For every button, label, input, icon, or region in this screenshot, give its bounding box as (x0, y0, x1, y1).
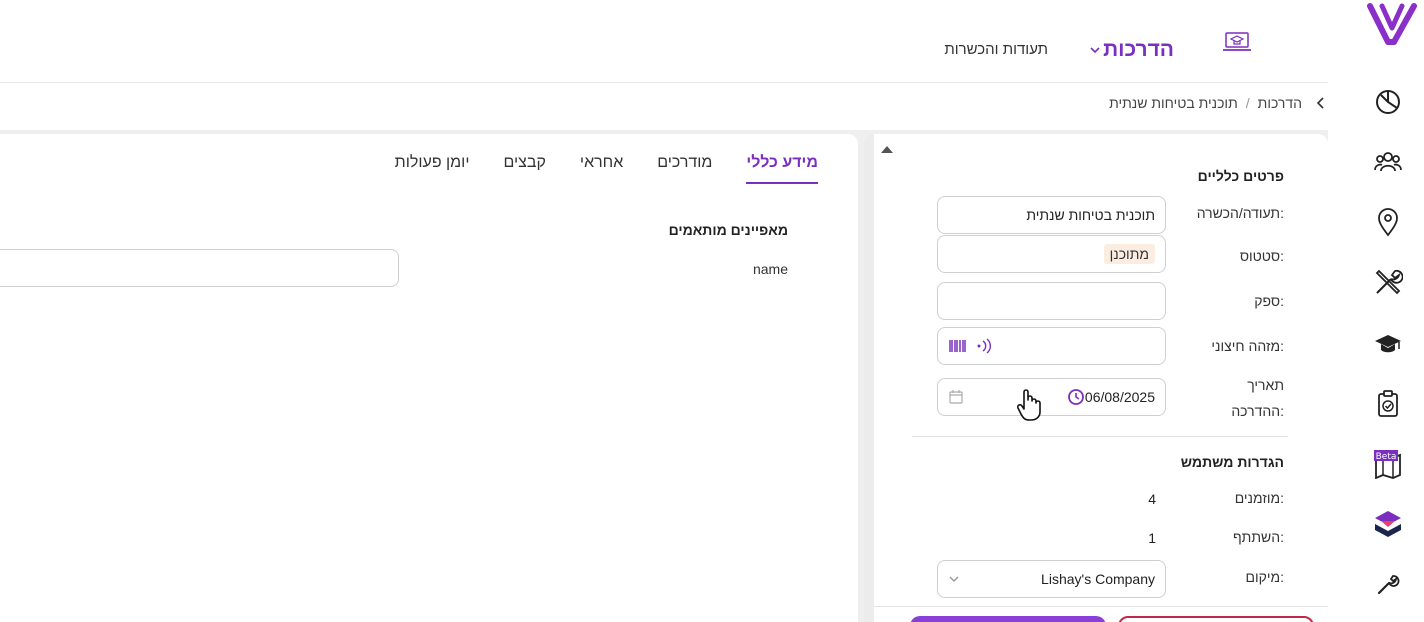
tab-files[interactable]: קבצים (503, 154, 545, 184)
graduation-cap-icon (1375, 335, 1401, 353)
status-label: סטטוס: (1239, 248, 1284, 264)
delete-button[interactable] (1118, 616, 1314, 622)
participated-value: 1 (1148, 530, 1156, 546)
location-label: מיקום: (1245, 569, 1284, 585)
supplier-label: ספק: (1254, 293, 1284, 309)
status-value: מתוכנן (1103, 244, 1155, 264)
tab-bar: מידע כללי מודרכים אחראי קבצים יומן פעולו… (395, 154, 818, 184)
clipboard-check-icon (1378, 390, 1398, 417)
external-id-field[interactable] (937, 327, 1166, 365)
save-button[interactable] (910, 616, 1106, 622)
date-label-line1: תאריך (1247, 377, 1284, 393)
barcode-icon[interactable] (948, 337, 968, 355)
location-value: Lishay's Company (1041, 571, 1155, 587)
invited-label: מוזמנים: (1234, 490, 1284, 506)
rail-item-integrations[interactable] (1372, 508, 1404, 540)
general-details-title: פרטים כלליים (1197, 168, 1284, 184)
wrench-icon (1377, 575, 1400, 595)
location-select[interactable]: Lishay's Company (937, 560, 1166, 598)
rail-item-settings[interactable] (1372, 568, 1404, 600)
participated-label: השתתף: (1232, 529, 1284, 545)
custom-fields-title: מאפיינים מותאמים (668, 222, 788, 238)
header-divider (0, 82, 1328, 83)
rail-item-tasks[interactable] (1372, 388, 1404, 420)
layers-logo-icon (1375, 511, 1401, 537)
tab-trainees[interactable]: מודרכים (657, 154, 712, 184)
chevron-down-icon (1090, 47, 1100, 54)
date-label: תאריך ההדרכה: (1231, 372, 1284, 424)
tab-general-info[interactable]: מידע כללי (746, 154, 818, 184)
app-logo-icon[interactable] (1366, 2, 1418, 46)
calendar-icon[interactable] (948, 389, 964, 405)
beta-badge: Beta (1376, 452, 1397, 462)
breadcrumb-current: תוכנית בטיחות שנתית (1109, 95, 1238, 111)
main-panel: מידע כללי מודרכים אחראי קבצים יומן פעולו… (0, 134, 858, 622)
location-icon (1378, 208, 1398, 237)
nav-trainings-dropdown[interactable]: הדרכות (1089, 38, 1174, 62)
clock-icon[interactable] (1067, 388, 1085, 406)
rail-item-users[interactable] (1372, 146, 1404, 178)
breadcrumb-separator: / (1245, 95, 1250, 111)
users-icon (1374, 152, 1402, 172)
nav-certifications[interactable]: תעודות והכשרות (944, 41, 1048, 58)
cert-value: תוכנית בטיחות שנתית (1026, 207, 1155, 223)
collapse-up-icon[interactable] (880, 144, 894, 154)
tools-icon (1375, 269, 1403, 295)
cert-field[interactable]: תוכנית בטיחות שנתית (937, 196, 1166, 234)
custom-name-input[interactable] (0, 249, 399, 287)
rail-item-locations[interactable] (1372, 206, 1404, 238)
breadcrumb: הדרכות / תוכנית בטיחות שנתית (1109, 95, 1328, 111)
external-id-label: מזהה חיצוני: (1211, 338, 1284, 354)
invited-value: 4 (1148, 491, 1156, 507)
status-field[interactable]: מתוכנן (937, 235, 1166, 273)
training-date-field[interactable]: 06/08/2025 (937, 378, 1166, 416)
breadcrumb-root[interactable]: הדרכות (1258, 95, 1302, 111)
training-date-value: 06/08/2025 (1084, 389, 1155, 405)
nav-trainings-label: הדרכות (1103, 38, 1174, 61)
map-beta-icon: Beta (1374, 450, 1401, 479)
chart-icon (1376, 90, 1400, 114)
tab-activity-log[interactable]: יומן פעולות (395, 154, 470, 184)
supplier-field[interactable] (937, 282, 1166, 320)
top-navigation: הדרכות תעודות והכשרות (0, 0, 1348, 82)
date-label-line2: ההדרכה: (1231, 403, 1284, 419)
rail-item-map-beta[interactable]: Beta (1372, 448, 1404, 480)
details-panel: פרטים כלליים תעודה/הכשרה: תוכנית בטיחות … (864, 134, 1328, 622)
nfc-icon[interactable] (974, 337, 994, 355)
panel-footer (874, 606, 1328, 622)
laptop-graduation-icon (1223, 32, 1251, 51)
custom-name-label: name (752, 261, 788, 277)
side-rail: Beta (1348, 0, 1424, 622)
tab-responsible[interactable]: אחראי (580, 154, 623, 184)
rail-item-dashboard[interactable] (1372, 86, 1404, 118)
user-settings-title: הגדרות משתמש (1180, 454, 1284, 470)
chevron-down-icon (949, 576, 959, 582)
rail-item-tools[interactable] (1372, 266, 1404, 298)
section-divider (912, 436, 1288, 437)
chevron-left-icon[interactable] (1314, 96, 1328, 110)
cert-label: תעודה/הכשרה: (1196, 205, 1284, 221)
rail-item-trainings[interactable] (1372, 328, 1404, 360)
